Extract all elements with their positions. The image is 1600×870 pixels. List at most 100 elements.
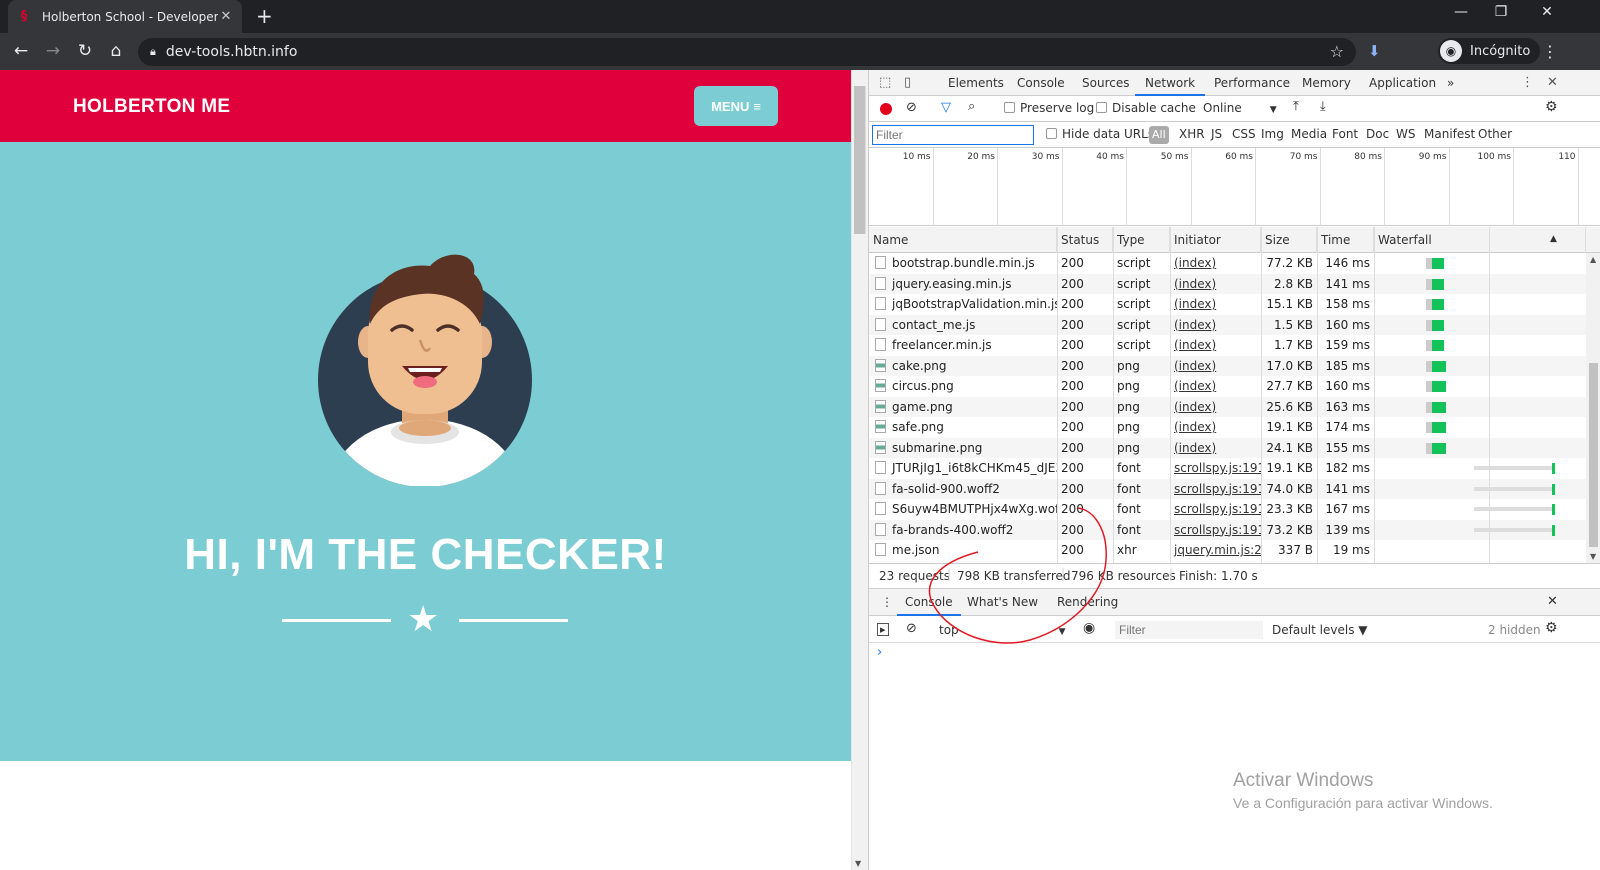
more-tabs-icon[interactable]: » <box>1447 70 1454 96</box>
browser-tab[interactable]: § Holberton School - Developer to ✕ <box>8 0 242 33</box>
table-row[interactable]: jqBootstrapValidation.min.js 200 script (in… <box>869 294 1600 315</box>
initiator-link[interactable]: (index) <box>1174 379 1216 393</box>
tab-application[interactable]: Application <box>1369 70 1436 96</box>
hide-data-urls-box[interactable] <box>1046 128 1057 139</box>
cell-initiator[interactable]: (index) <box>1170 335 1261 355</box>
drawer-tab-rendering[interactable]: Rendering <box>1057 595 1118 609</box>
cell-initiator[interactable]: scrollspy.js:191 <box>1170 499 1261 519</box>
initiator-link[interactable]: (index) <box>1174 318 1216 332</box>
export-har-icon[interactable]: ⤓ <box>1320 99 1326 114</box>
throttling-select[interactable]: Online ▼ <box>1203 101 1277 115</box>
network-filter-input[interactable] <box>872 125 1034 145</box>
column-header-type[interactable]: Type <box>1113 227 1170 253</box>
devtools-menu-icon[interactable]: ⋮ <box>1521 75 1534 90</box>
table-row[interactable]: safe.png 200 png (index) 19.1 KB 174 ms <box>869 417 1600 438</box>
disable-cache-box[interactable] <box>1096 102 1107 113</box>
record-icon[interactable] <box>880 103 892 115</box>
reload-icon[interactable]: ↻ <box>75 41 95 61</box>
drawer-tab-whats-new[interactable]: What's New <box>967 595 1038 609</box>
cell-initiator[interactable]: (index) <box>1170 253 1261 273</box>
search-icon[interactable]: ⌕ <box>968 99 975 114</box>
console-filter-input[interactable] <box>1115 621 1263 639</box>
cell-initiator[interactable]: (index) <box>1170 417 1261 437</box>
hide-data-urls-checkbox[interactable]: Hide data URLs <box>1046 127 1154 141</box>
cell-initiator[interactable]: (index) <box>1170 315 1261 335</box>
initiator-link[interactable]: jquery.min.js:2 <box>1174 543 1261 557</box>
initiator-link[interactable]: (index) <box>1174 277 1216 291</box>
initiator-link[interactable]: scrollspy.js:191 <box>1174 482 1261 496</box>
tab-sources[interactable]: Sources <box>1082 70 1129 96</box>
cell-initiator[interactable]: jquery.min.js:2 <box>1170 540 1261 560</box>
type-filter-xhr[interactable]: XHR <box>1179 127 1205 141</box>
device-toolbar-icon[interactable]: ▯ <box>904 75 911 90</box>
initiator-link[interactable]: (index) <box>1174 420 1216 434</box>
forward-icon[interactable]: → <box>43 41 63 61</box>
table-row[interactable]: fa-solid-900.woff2 200 font scrollspy.js:19… <box>869 478 1600 499</box>
cell-initiator[interactable]: (index) <box>1170 376 1261 396</box>
close-window-icon[interactable]: ✕ <box>1524 4 1570 20</box>
type-filter-css[interactable]: CSS <box>1232 127 1256 141</box>
scroll-down-arrow-icon[interactable]: ▼ <box>855 859 861 868</box>
table-row[interactable]: S6uyw4BMUTPHjx4wXg.woff2 200 font scrollspy… <box>869 499 1600 520</box>
cell-initiator[interactable]: (index) <box>1170 438 1261 458</box>
table-row[interactable]: game.png 200 png (index) 25.6 KB 163 ms <box>869 396 1600 417</box>
type-filter-manifest[interactable]: Manifest <box>1424 127 1475 141</box>
preserve-log-checkbox[interactable]: Preserve log <box>1004 101 1094 115</box>
initiator-link[interactable]: (index) <box>1174 338 1216 352</box>
table-row[interactable]: jquery.easing.min.js 200 script (index) 2.8 … <box>869 273 1600 294</box>
tab-memory[interactable]: Memory <box>1302 70 1351 96</box>
table-row[interactable]: cake.png 200 png (index) 17.0 KB 185 ms <box>869 355 1600 376</box>
initiator-link[interactable]: (index) <box>1174 359 1216 373</box>
cell-initiator[interactable]: (index) <box>1170 397 1261 417</box>
drawer-menu-icon[interactable]: ⋮ <box>881 595 893 609</box>
type-filter-doc[interactable]: Doc <box>1366 127 1389 141</box>
new-tab-icon[interactable]: + <box>256 6 273 26</box>
console-prompt[interactable]: › <box>877 645 882 660</box>
type-filter-font[interactable]: Font <box>1332 127 1358 141</box>
table-row[interactable]: submarine.png 200 png (index) 24.1 KB 155 ms <box>869 437 1600 458</box>
live-expression-eye-icon[interactable]: ◉ <box>1083 620 1095 636</box>
column-header-time[interactable]: Time <box>1317 227 1374 253</box>
filter-icon[interactable]: ▽ <box>941 100 951 115</box>
type-filter-img[interactable]: Img <box>1261 127 1284 141</box>
initiator-link[interactable]: scrollspy.js:191 <box>1174 502 1261 516</box>
address-bar[interactable]: 🔒︎ dev-tools.hbtn.info ☆ <box>138 38 1356 66</box>
initiator-link[interactable]: (index) <box>1174 297 1216 311</box>
preserve-log-box[interactable] <box>1004 102 1015 113</box>
restore-icon[interactable]: ❐ <box>1478 4 1524 20</box>
tab-network[interactable]: Network <box>1135 70 1206 96</box>
scroll-up-arrow-icon[interactable]: ▲ <box>1590 255 1596 264</box>
table-row[interactable]: freelancer.min.js 200 script (index) 1.7 KB 1… <box>869 335 1600 356</box>
incognito-badge[interactable]: ◉ Incógnito <box>1438 38 1541 64</box>
network-settings-gear-icon[interactable]: ⚙ <box>1545 99 1558 115</box>
initiator-link[interactable]: scrollspy.js:191 <box>1174 461 1261 475</box>
close-drawer-icon[interactable]: ✕ <box>1547 594 1558 609</box>
inspect-element-icon[interactable]: ⬚ <box>879 75 891 90</box>
table-row[interactable]: circus.png 200 png (index) 27.7 KB 160 ms <box>869 376 1600 397</box>
download-icon[interactable]: ⬇ <box>1368 42 1381 60</box>
import-har-icon[interactable]: ⤒ <box>1293 99 1299 114</box>
site-brand[interactable]: HOLBERTON ME <box>73 96 230 118</box>
clear-icon[interactable]: ⊘ <box>906 100 917 115</box>
tab-elements[interactable]: Elements <box>948 70 1004 96</box>
browser-menu-icon[interactable]: ⋮ <box>1542 42 1558 61</box>
initiator-link[interactable]: (index) <box>1174 256 1216 270</box>
initiator-link[interactable]: scrollspy.js:191 <box>1174 523 1261 537</box>
column-header-size[interactable]: Size <box>1261 227 1317 253</box>
close-tab-icon[interactable]: ✕ <box>218 9 234 24</box>
type-filter-media[interactable]: Media <box>1291 127 1327 141</box>
close-devtools-icon[interactable]: ✕ <box>1547 75 1558 90</box>
table-row[interactable]: contact_me.js 200 script (index) 1.5 KB 160 m… <box>869 314 1600 335</box>
table-row[interactable]: fa-brands-400.woff2 200 font scrollspy.js:1… <box>869 519 1600 540</box>
type-filter-all[interactable]: All <box>1149 126 1169 144</box>
cell-initiator[interactable]: scrollspy.js:191 <box>1170 458 1261 478</box>
menu-button[interactable]: MENU ≡ <box>694 86 778 126</box>
bookmark-star-icon[interactable]: ☆ <box>1330 42 1344 61</box>
cell-initiator[interactable]: (index) <box>1170 274 1261 294</box>
cell-initiator[interactable]: (index) <box>1170 294 1261 314</box>
cell-initiator[interactable]: (index) <box>1170 356 1261 376</box>
home-icon[interactable]: ⌂ <box>106 41 126 61</box>
requests-scrollbar[interactable]: ▲ ▼ <box>1586 253 1600 563</box>
page-scrollbar-thumb[interactable] <box>854 86 866 234</box>
initiator-link[interactable]: (index) <box>1174 400 1216 414</box>
